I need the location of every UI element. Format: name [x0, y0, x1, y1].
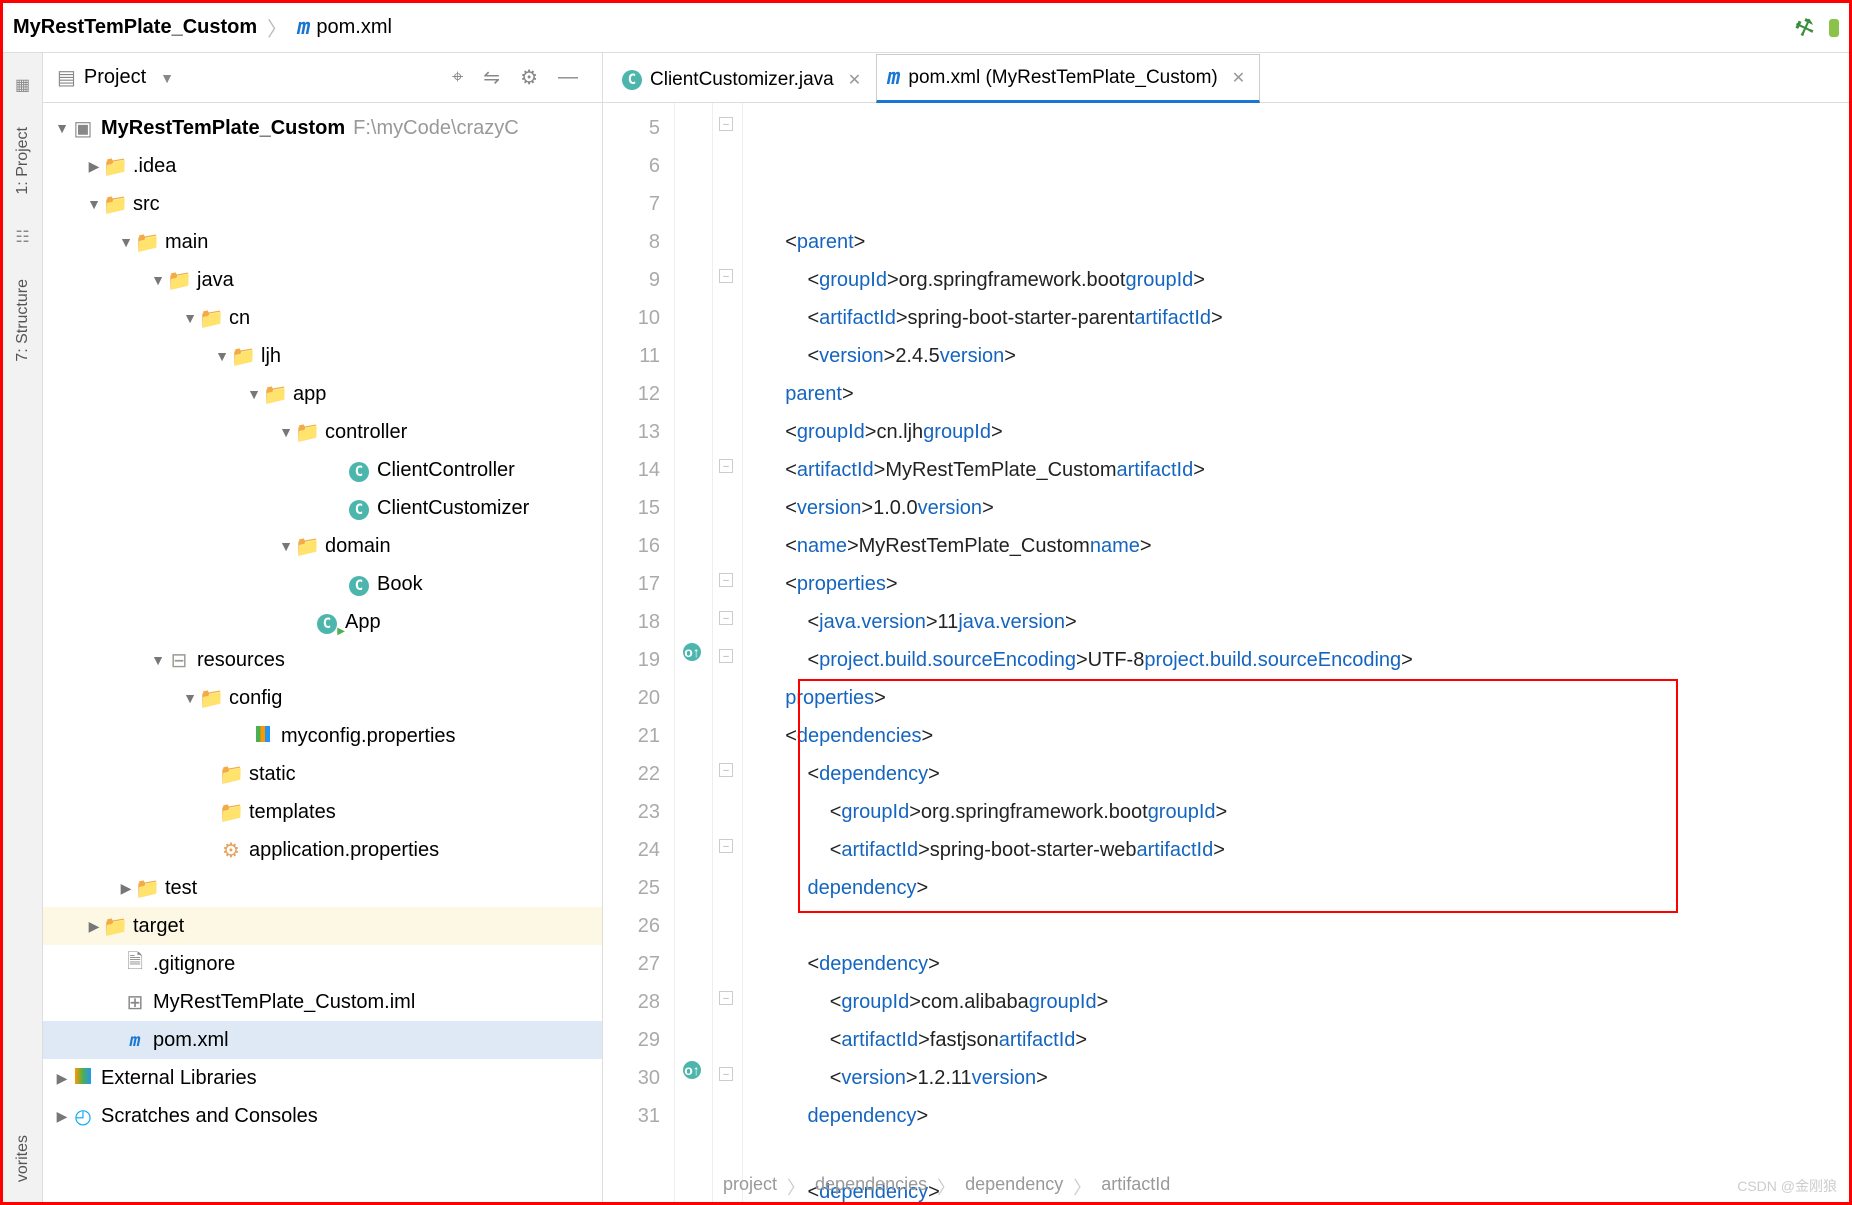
tree-pom[interactable]: ▶mpom.xml	[43, 1021, 602, 1059]
tree-ext-lib[interactable]: ▶External Libraries	[43, 1059, 602, 1097]
tree-cn[interactable]: ▼📁cn	[43, 299, 602, 337]
fold-toggle-icon[interactable]: –	[719, 573, 733, 587]
project-tree[interactable]: ▼▣ MyRestTemPlate_Custom F:\myCode\crazy…	[43, 103, 602, 1202]
tree-root-label: MyRestTemPlate_Custom	[101, 117, 345, 140]
tree-static[interactable]: ▶📁static	[43, 755, 602, 793]
code-editor[interactable]: 5678910111213141516171819202122232425262…	[603, 103, 1849, 1202]
breadcrumb-file[interactable]: pom.xml	[316, 16, 392, 39]
tree-book[interactable]: ▶CBook	[43, 565, 602, 603]
fold-bar: – – – – – – – – – –	[713, 103, 743, 1202]
breadcrumb-project[interactable]: MyRestTemPlate_Custom	[13, 16, 257, 39]
project-panel: ▤ Project ▼ ⌖ ⇋ ⚙ — ▼▣ MyRestTemPlate_Cu…	[43, 53, 603, 1202]
fold-toggle-icon[interactable]: –	[719, 763, 733, 777]
project-view-icon: ▤	[57, 65, 76, 90]
tree-controller[interactable]: ▼📁controller	[43, 413, 602, 451]
build-hammer-icon[interactable]: ⚒	[1791, 12, 1818, 43]
tree-test[interactable]: ▶📁test	[43, 869, 602, 907]
close-icon[interactable]: ✕	[1232, 68, 1245, 88]
class-icon: C	[622, 70, 642, 90]
fold-toggle-icon[interactable]: –	[719, 1067, 733, 1081]
line-gutter: 5678910111213141516171819202122232425262…	[603, 103, 675, 1202]
watermark: CSDN @金刚狼	[1737, 1176, 1837, 1196]
collapse-all-icon[interactable]: ⇋	[483, 65, 500, 90]
fold-toggle-icon[interactable]: –	[719, 839, 733, 853]
tree-app-class[interactable]: ▶CApp	[43, 603, 602, 641]
editor-breadcrumb[interactable]: project〉 dependencies〉 dependency〉 artif…	[723, 1174, 1170, 1200]
editor-area: C ClientCustomizer.java ✕ m pom.xml (MyR…	[603, 53, 1849, 1202]
tree-scratches[interactable]: ▶◴Scratches and Consoles	[43, 1097, 602, 1135]
maven-icon: m	[887, 65, 900, 90]
override-icon[interactable]: o↑	[683, 643, 701, 661]
run-config-icon[interactable]	[1829, 19, 1839, 37]
tree-java[interactable]: ▼📁java	[43, 261, 602, 299]
tree-root-path: F:\myCode\crazyC	[353, 117, 519, 140]
tool-window-rail: ▦ 1: Project ☷ 7: Structure vorites	[3, 53, 43, 1202]
maven-icon: m	[297, 15, 310, 40]
tree-ljh[interactable]: ▼📁ljh	[43, 337, 602, 375]
chevron-right-icon: 〉	[267, 13, 287, 42]
hide-panel-icon[interactable]: —	[558, 66, 578, 89]
tree-root[interactable]: ▼▣ MyRestTemPlate_Custom F:\myCode\crazy…	[43, 109, 602, 147]
fold-toggle-icon[interactable]: –	[719, 459, 733, 473]
locate-icon[interactable]: ⌖	[452, 66, 463, 89]
fold-toggle-icon[interactable]: –	[719, 991, 733, 1005]
tab-client-customizer[interactable]: C ClientCustomizer.java ✕	[611, 58, 876, 102]
project-tool-icon[interactable]: ▦	[15, 75, 30, 95]
rail-project[interactable]: 1: Project	[14, 127, 32, 195]
tree-target[interactable]: ▶📁target	[43, 907, 602, 945]
gear-icon[interactable]: ⚙	[520, 65, 538, 90]
rail-structure[interactable]: 7: Structure	[14, 279, 32, 362]
editor-tabs: C ClientCustomizer.java ✕ m pom.xml (MyR…	[603, 53, 1849, 103]
close-icon[interactable]: ✕	[848, 70, 861, 90]
rail-favorites[interactable]: vorites	[14, 1135, 32, 1182]
tree-resources[interactable]: ▼⊟resources	[43, 641, 602, 679]
tree-config[interactable]: ▼📁config	[43, 679, 602, 717]
fold-toggle-icon[interactable]: –	[719, 649, 733, 663]
tree-src[interactable]: ▼📁src	[43, 185, 602, 223]
tree-idea[interactable]: ▶📁.idea	[43, 147, 602, 185]
override-icon[interactable]: o↑	[683, 1061, 701, 1079]
tree-iml[interactable]: ▶⊞MyRestTemPlate_Custom.iml	[43, 983, 602, 1021]
tree-domain[interactable]: ▼📁domain	[43, 527, 602, 565]
tree-gitignore[interactable]: ▶🗎.gitignore	[43, 945, 602, 983]
tab-pom[interactable]: m pom.xml (MyRestTemPlate_Custom) ✕	[876, 54, 1260, 103]
breadcrumb-bar: MyRestTemPlate_Custom 〉 m pom.xml ⚒	[3, 3, 1849, 53]
tree-main[interactable]: ▼📁main	[43, 223, 602, 261]
tree-myconfig[interactable]: ▶myconfig.properties	[43, 717, 602, 755]
tree-client-controller[interactable]: ▶CClientController	[43, 451, 602, 489]
chevron-down-icon[interactable]: ▼	[160, 70, 174, 86]
panel-header: ▤ Project ▼ ⌖ ⇋ ⚙ —	[43, 53, 602, 103]
properties-icon	[256, 726, 270, 742]
tree-app[interactable]: ▼📁app	[43, 375, 602, 413]
fold-toggle-icon[interactable]: –	[719, 269, 733, 283]
structure-tool-icon[interactable]: ☷	[15, 227, 29, 247]
code-content[interactable]: <parent> <groupId>org.springframework.bo…	[743, 103, 1849, 1202]
tree-templates[interactable]: ▶📁templates	[43, 793, 602, 831]
tree-app-props[interactable]: ▶⚙application.properties	[43, 831, 602, 869]
fold-toggle-icon[interactable]: –	[719, 117, 733, 131]
fold-toggle-icon[interactable]: –	[719, 611, 733, 625]
tree-client-customizer[interactable]: ▶CClientCustomizer	[43, 489, 602, 527]
panel-title[interactable]: Project	[84, 66, 146, 89]
gutter-icons: o↑ o↑	[675, 103, 713, 1202]
